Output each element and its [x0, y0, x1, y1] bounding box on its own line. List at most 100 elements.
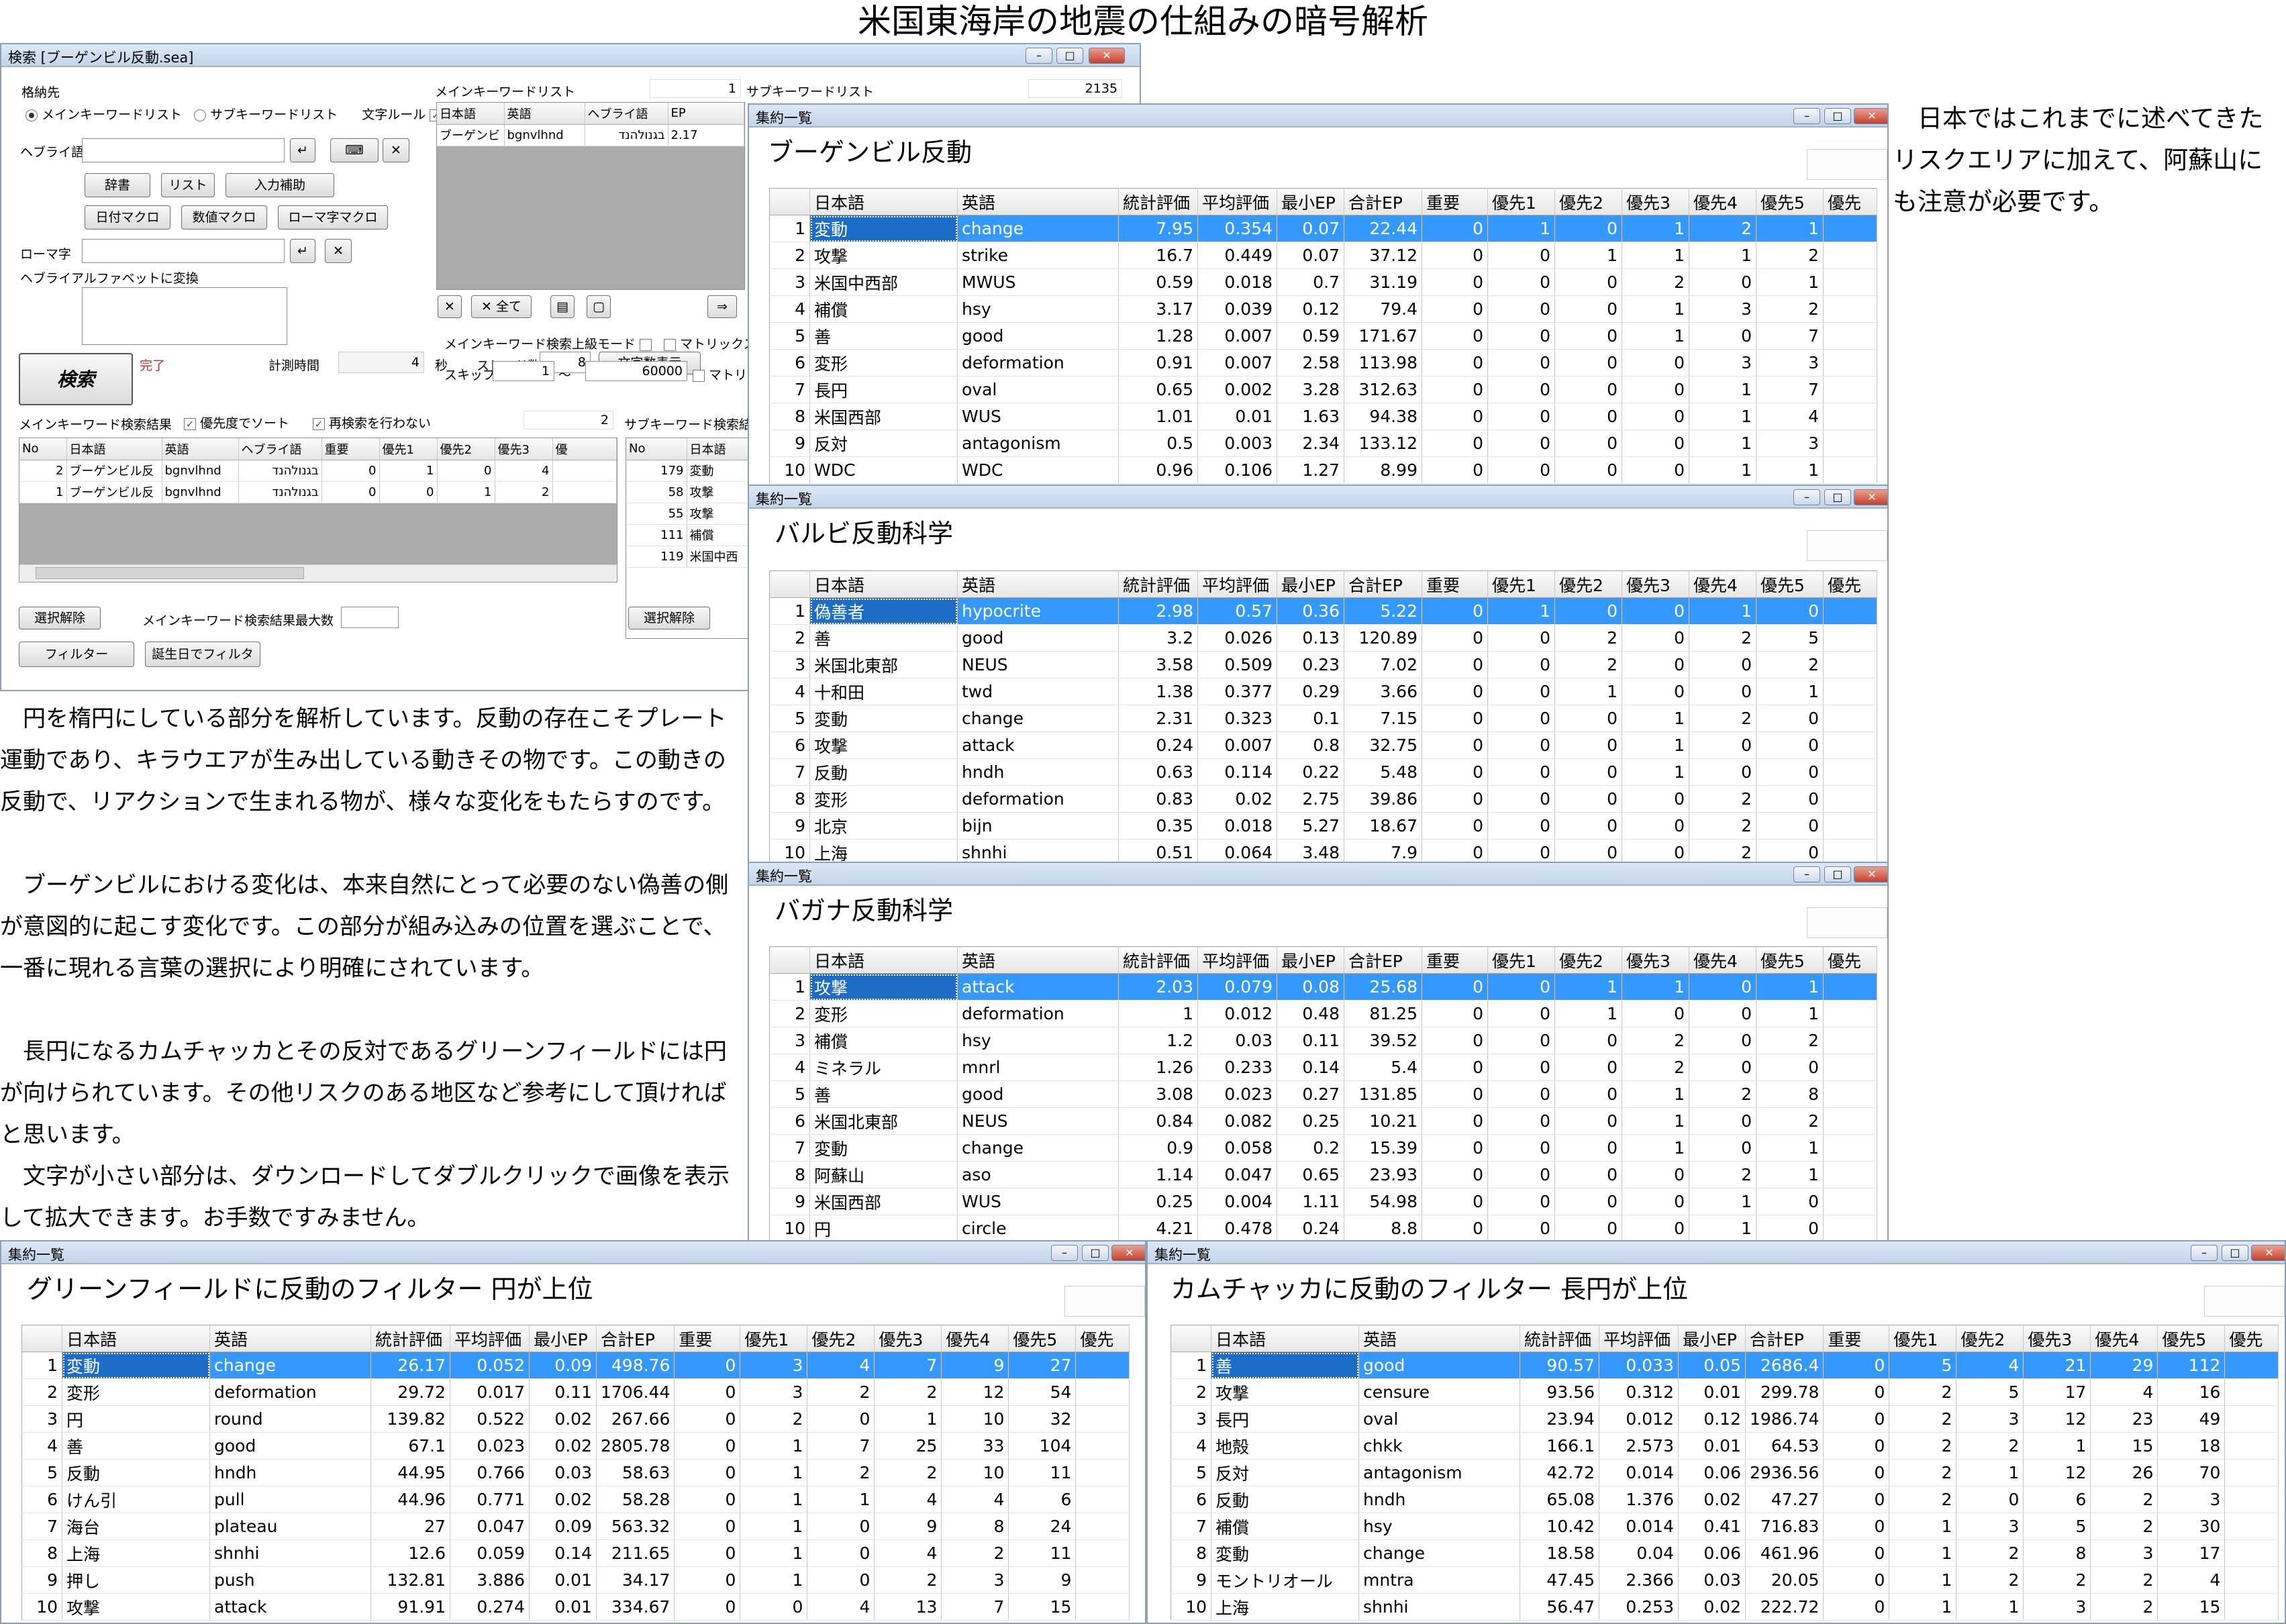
- col-header[interactable]: ヘブライ語: [585, 103, 668, 125]
- summary-field[interactable]: [1807, 907, 1887, 938]
- col-header[interactable]: 統計評価: [1118, 570, 1198, 598]
- col-header[interactable]: 英語: [209, 1325, 371, 1352]
- col-header[interactable]: 重要: [1422, 570, 1488, 598]
- col-header[interactable]: 優先4: [1689, 188, 1756, 215]
- col-header[interactable]: 優先: [1075, 1325, 1130, 1352]
- table-row[interactable]: 8 変動 change 18.58 0.04 0.06 461.96 0 1 2 8 3 17: [1171, 1539, 2279, 1567]
- col-header[interactable]: 優先2: [1554, 946, 1622, 974]
- enter-icon[interactable]: ↵: [290, 138, 315, 162]
- table-row[interactable]: 4 ミネラル mnrl 1.26 0.233 0.14 5.4 0 0 0 2 0 0: [769, 1054, 1877, 1081]
- col-header[interactable]: 優先2: [807, 1325, 875, 1352]
- table-row[interactable]: 3 補償 hsy 1.2 0.03 0.11 39.52 0 0 0 2 0 2: [769, 1027, 1877, 1054]
- close-button[interactable]: ✕: [1854, 108, 1887, 124]
- advanced-mode-checkbox[interactable]: [640, 338, 652, 351]
- col-header[interactable]: 優先4: [1689, 570, 1756, 598]
- col-header[interactable]: 合計EP: [1344, 188, 1422, 215]
- hebrew-input[interactable]: [82, 138, 285, 162]
- col-header[interactable]: 統計評価: [1118, 188, 1198, 215]
- table-row[interactable]: 4 善 good 67.1 0.023 0.02 2805.78 0 1 7 25 33 104: [21, 1432, 1130, 1460]
- delete-icon[interactable]: ✕: [438, 295, 462, 318]
- col-header[interactable]: 優先4: [1689, 946, 1756, 974]
- no-research-checkbox[interactable]: ✓: [313, 417, 325, 430]
- maximize-button[interactable]: □: [1824, 489, 1851, 505]
- table-row[interactable]: 9 押し push 132.81 3.886 0.01 34.17 0 1 0 2 3 9: [21, 1566, 1130, 1594]
- table-row[interactable]: 3 円 round 139.82 0.522 0.02 267.66 0 2 0 1 10 32: [21, 1405, 1130, 1433]
- col-header[interactable]: 重要: [1422, 188, 1488, 215]
- col-header[interactable]: 最小EP: [1277, 188, 1344, 215]
- table-row[interactable]: 1 変動 change 7.95 0.354 0.07 22.44 0 1 0 1 2 1: [769, 215, 1877, 242]
- table-row[interactable]: 1 偽善者 hypocrite 2.98 0.57 0.36 5.22 0 1 0 0 1 0: [769, 597, 1877, 625]
- clear-icon[interactable]: ✕: [383, 138, 409, 162]
- col-header[interactable]: 重要: [1823, 1325, 1890, 1352]
- minimize-button[interactable]: –: [1793, 866, 1820, 882]
- col-header[interactable]: 英語: [162, 438, 239, 460]
- col-header[interactable]: 日本語: [809, 946, 958, 974]
- col-header[interactable]: 重要: [674, 1325, 741, 1352]
- col-header[interactable]: 優先1: [1889, 1325, 1957, 1352]
- table-row[interactable]: 6 けん引 pull 44.96 0.771 0.02 58.28 0 1 1 4 4 6: [21, 1486, 1130, 1513]
- delete-all-button[interactable]: ✕ 全て: [471, 295, 532, 318]
- col-header[interactable]: 統計評価: [370, 1325, 450, 1352]
- romaji-enter-icon[interactable]: ↵: [290, 239, 315, 263]
- table-row[interactable]: 4 地殻 chkk 166.1 2.573 0.01 64.53 0 2 2 1 15 18: [1171, 1432, 2279, 1460]
- minimize-button[interactable]: –: [2191, 1245, 2218, 1261]
- matrix-v-checkbox[interactable]: [693, 369, 705, 382]
- table-row[interactable]: 10 上海 shnhi 56.47 0.253 0.02 222.72 0 1 1 3 2 15: [1171, 1593, 2279, 1621]
- col-header[interactable]: 優先1: [740, 1325, 808, 1352]
- col-header[interactable]: 優先3: [1622, 188, 1689, 215]
- col-header[interactable]: 平均評価: [1197, 570, 1277, 598]
- col-header[interactable]: 優先4: [941, 1325, 1009, 1352]
- table-row[interactable]: 1 変動 change 26.17 0.052 0.09 498.76 0 3 4 7 9 27: [21, 1352, 1130, 1379]
- table-row[interactable]: 5 反動 hndh 44.95 0.766 0.03 58.63 0 1 2 2 10 11: [21, 1459, 1130, 1486]
- table-row[interactable]: 5 善 good 1.28 0.007 0.59 171.67 0 0 0 1 0 7: [769, 322, 1877, 350]
- summary-field[interactable]: [2204, 1286, 2285, 1317]
- col-header[interactable]: 重要: [321, 438, 380, 460]
- table-row[interactable]: 6 攻撃 attack 0.24 0.007 0.8 32.75 0 0 0 1 0 0: [769, 731, 1877, 759]
- col-header[interactable]: 優: [552, 438, 617, 460]
- col-header[interactable]: 合計EP: [1344, 946, 1422, 974]
- col-header[interactable]: 重要: [1422, 946, 1488, 974]
- page-icon[interactable]: ▢: [587, 295, 611, 318]
- radio-sub-list[interactable]: [194, 109, 207, 121]
- input-assist-button[interactable]: 入力補助: [226, 173, 334, 197]
- table-row[interactable]: 2 攻撃 strike 16.7 0.449 0.07 37.12 0 0 1 1 1 2: [769, 242, 1877, 269]
- summary-field[interactable]: [1807, 149, 1887, 180]
- table-row[interactable]: 4 補償 hsy 3.17 0.039 0.12 79.4 0 0 0 1 3 2: [769, 295, 1877, 323]
- table-row[interactable]: 8 阿蘇山 aso 1.14 0.047 0.65 23.93 0 0 0 0 2 1: [769, 1161, 1877, 1188]
- table-row[interactable]: 58 攻撃: [626, 481, 759, 503]
- summary-field[interactable]: [1807, 530, 1887, 561]
- table-row[interactable]: 3 米国北東部 NEUS 3.58 0.509 0.23 7.02 0 0 2 0 0 2: [769, 651, 1877, 678]
- minimize-button[interactable]: –: [1793, 489, 1820, 505]
- dictionary-button[interactable]: 辞書: [85, 173, 150, 197]
- table-row[interactable]: 8 米国西部 WUS 1.01 0.01 1.63 94.38 0 0 0 0 1 4: [769, 403, 1877, 430]
- romaji-macro-button[interactable]: ローマ字マクロ: [278, 205, 388, 230]
- close-button[interactable]: ✕: [1854, 489, 1887, 505]
- keyboard-icon[interactable]: ⌨: [330, 138, 379, 162]
- col-header[interactable]: 英語: [504, 103, 585, 125]
- col-header[interactable]: 英語: [957, 570, 1119, 598]
- col-header[interactable]: 優先4: [2090, 1325, 2158, 1352]
- col-header[interactable]: 優先: [1823, 188, 1877, 215]
- table-row[interactable]: 9 米国西部 WUS 0.25 0.004 1.11 54.98 0 0 0 0 1 0: [769, 1188, 1877, 1215]
- col-header[interactable]: 英語: [1358, 1325, 1520, 1352]
- col-header[interactable]: 優先3: [2023, 1325, 2091, 1352]
- minimize-button[interactable]: –: [1051, 1245, 1078, 1261]
- maximize-button[interactable]: □: [2222, 1245, 2248, 1261]
- number-macro-button[interactable]: 数値マクロ: [181, 205, 267, 230]
- main-keyword-list[interactable]: 日本語 英語 ヘブライ語 EP ブーゲンビ bgnvlhnd בגנולהנד …: [436, 102, 745, 290]
- max-results-input[interactable]: [341, 607, 399, 628]
- close-button[interactable]: ✕: [1111, 1245, 1145, 1261]
- col-header[interactable]: 優先3: [1622, 946, 1689, 974]
- col-header[interactable]: 優先2: [1554, 570, 1622, 598]
- table-row[interactable]: 10 WDC WDC 0.96 0.106 1.27 8.99 0 0 0 0 1 1: [769, 456, 1877, 484]
- deselect-button[interactable]: 選択解除: [19, 607, 101, 629]
- table-row[interactable]: 7 長円 oval 0.65 0.002 3.28 312.63 0 0 0 0 1 7: [769, 376, 1877, 403]
- table-row[interactable]: 1 ブーゲンビル反 bgnvlhnd בגנולהנד 0 0 1 2: [19, 481, 617, 503]
- table-row[interactable]: 179 変動: [626, 460, 759, 482]
- romaji-clear-icon[interactable]: ✕: [325, 239, 352, 263]
- col-header[interactable]: 優先3: [874, 1325, 942, 1352]
- col-header[interactable]: EP: [668, 103, 744, 125]
- col-header[interactable]: 合計EP: [1344, 570, 1422, 598]
- col-header[interactable]: 優先1: [1487, 188, 1555, 215]
- col-header[interactable]: 優先5: [2157, 1325, 2226, 1352]
